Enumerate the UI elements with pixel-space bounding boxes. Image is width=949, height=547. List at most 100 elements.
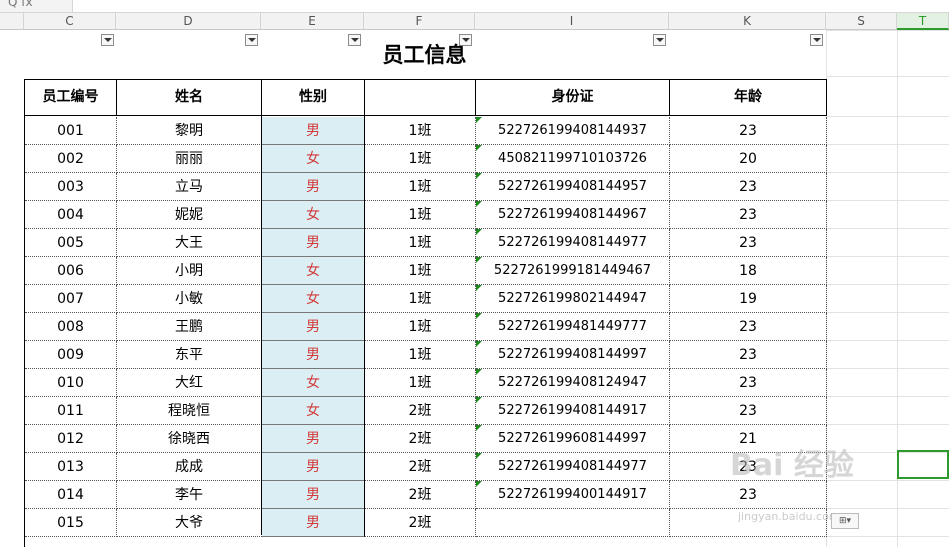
column-header-k[interactable]: K: [669, 13, 826, 30]
cell-sex[interactable]: 男: [262, 481, 365, 509]
cell-age[interactable]: 20: [670, 145, 827, 173]
cell-cls[interactable]: 1班: [365, 201, 476, 229]
formula-input[interactable]: [72, 0, 949, 12]
cell-sex[interactable]: 男: [262, 509, 365, 537]
cell-name[interactable]: 小明: [117, 257, 262, 285]
cell-name[interactable]: 东平: [117, 341, 262, 369]
cell-sex[interactable]: 男: [262, 425, 365, 453]
cell-name[interactable]: 大爷: [117, 509, 262, 537]
column-header-e[interactable]: E: [261, 13, 364, 30]
column-header-t[interactable]: T: [897, 13, 949, 30]
cell-sex[interactable]: 男: [262, 453, 365, 481]
cell-age[interactable]: 23: [670, 369, 827, 397]
cell-idcard[interactable]: 450821199710103726: [476, 145, 670, 173]
cell-age[interactable]: 19: [670, 285, 827, 313]
cell-cls[interactable]: 1班: [365, 229, 476, 257]
cell-id[interactable]: 001: [25, 117, 117, 145]
cell-idcard[interactable]: 522726199408144977: [476, 229, 670, 257]
cell-sex[interactable]: 女: [262, 257, 365, 285]
cell-name[interactable]: 程晓恒: [117, 397, 262, 425]
cell-age[interactable]: 23: [670, 117, 827, 145]
cell-name[interactable]: 王鹏: [117, 313, 262, 341]
cell-id[interactable]: 015: [25, 509, 117, 537]
cell-name[interactable]: 妮妮: [117, 201, 262, 229]
cell-idcard[interactable]: 522726199408144937: [476, 117, 670, 145]
cell-age[interactable]: 18: [670, 257, 827, 285]
cell-idcard[interactable]: 522726199408124947: [476, 369, 670, 397]
cell-age[interactable]: 23: [670, 481, 827, 509]
cell-id[interactable]: 008: [25, 313, 117, 341]
cell-idcard[interactable]: 522726199481449777: [476, 313, 670, 341]
cell-id[interactable]: 013: [25, 453, 117, 481]
cell-sex[interactable]: 男: [262, 117, 365, 145]
cell-sex[interactable]: 女: [262, 145, 365, 173]
cell-id[interactable]: 005: [25, 229, 117, 257]
cell-cls[interactable]: 1班: [365, 257, 476, 285]
cell-name[interactable]: 大红: [117, 369, 262, 397]
cell-idcard[interactable]: 522726199408144917: [476, 397, 670, 425]
cell-cls[interactable]: 2班: [365, 425, 476, 453]
selected-cell[interactable]: [897, 450, 949, 479]
cell-idcard[interactable]: 522726199400144917: [476, 481, 670, 509]
cell-idcard[interactable]: 5227261999181449467: [476, 257, 670, 285]
cell-sex[interactable]: 女: [262, 201, 365, 229]
cell-cls[interactable]: 1班: [365, 145, 476, 173]
cell-cls[interactable]: 2班: [365, 453, 476, 481]
cell-sex[interactable]: 男: [262, 229, 365, 257]
column-header-i[interactable]: I: [475, 13, 669, 30]
cell-idcard[interactable]: 522726199408144997: [476, 341, 670, 369]
cell-id[interactable]: 012: [25, 425, 117, 453]
cell-age[interactable]: 23: [670, 201, 827, 229]
cell-sex[interactable]: 女: [262, 369, 365, 397]
cell-cls[interactable]: 1班: [365, 173, 476, 201]
cell-idcard[interactable]: 522726199802144947: [476, 285, 670, 313]
cell-sex[interactable]: 男: [262, 173, 365, 201]
cell-sex[interactable]: 男: [262, 313, 365, 341]
cell-cls[interactable]: 1班: [365, 285, 476, 313]
cell-cls[interactable]: 2班: [365, 397, 476, 425]
cell-name[interactable]: 徐晓西: [117, 425, 262, 453]
cell-cls[interactable]: 1班: [365, 313, 476, 341]
cell-id[interactable]: 009: [25, 341, 117, 369]
cell-idcard[interactable]: 522726199608144997: [476, 425, 670, 453]
cell-name[interactable]: 黎明: [117, 117, 262, 145]
cell-age[interactable]: 23: [670, 173, 827, 201]
cell-id[interactable]: 006: [25, 257, 117, 285]
column-header-f[interactable]: F: [364, 13, 475, 30]
cell-name[interactable]: 小敏: [117, 285, 262, 313]
column-header-d[interactable]: D: [116, 13, 261, 30]
cell-age[interactable]: 23: [670, 229, 827, 257]
function-icon[interactable]: Q fx: [8, 0, 33, 9]
cell-age[interactable]: 23: [670, 313, 827, 341]
cell-sex[interactable]: 女: [262, 285, 365, 313]
header-corner[interactable]: [0, 13, 24, 30]
cell-id[interactable]: 010: [25, 369, 117, 397]
cell-id[interactable]: 014: [25, 481, 117, 509]
column-header-s[interactable]: S: [826, 13, 897, 30]
cell-cls[interactable]: 1班: [365, 341, 476, 369]
cell-id[interactable]: 007: [25, 285, 117, 313]
cell-id[interactable]: 002: [25, 145, 117, 173]
cell-name[interactable]: 李午: [117, 481, 262, 509]
cell-cls[interactable]: 1班: [365, 117, 476, 145]
cell-age[interactable]: 23: [670, 341, 827, 369]
cell-cls[interactable]: 2班: [365, 509, 476, 537]
cell-sex[interactable]: 男: [262, 341, 365, 369]
cell-id[interactable]: 004: [25, 201, 117, 229]
cell-cls[interactable]: 1班: [365, 369, 476, 397]
cell-name[interactable]: 丽丽: [117, 145, 262, 173]
paste-options-button[interactable]: ⊞▾: [831, 513, 859, 529]
cell-id[interactable]: 011: [25, 397, 117, 425]
cell-name[interactable]: 立马: [117, 173, 262, 201]
cell-age[interactable]: 23: [670, 397, 827, 425]
cell-name[interactable]: 大王: [117, 229, 262, 257]
cell-cls[interactable]: 2班: [365, 481, 476, 509]
cell-idcard[interactable]: 522726199408144967: [476, 201, 670, 229]
cell-sex[interactable]: 女: [262, 397, 365, 425]
column-header-c[interactable]: C: [24, 13, 116, 30]
cell-id[interactable]: 003: [25, 173, 117, 201]
cell-idcard[interactable]: 522726199408144957: [476, 173, 670, 201]
cell-idcard[interactable]: 522726199408144977: [476, 453, 670, 481]
cell-name[interactable]: 成成: [117, 453, 262, 481]
cell-idcard[interactable]: [476, 509, 670, 537]
